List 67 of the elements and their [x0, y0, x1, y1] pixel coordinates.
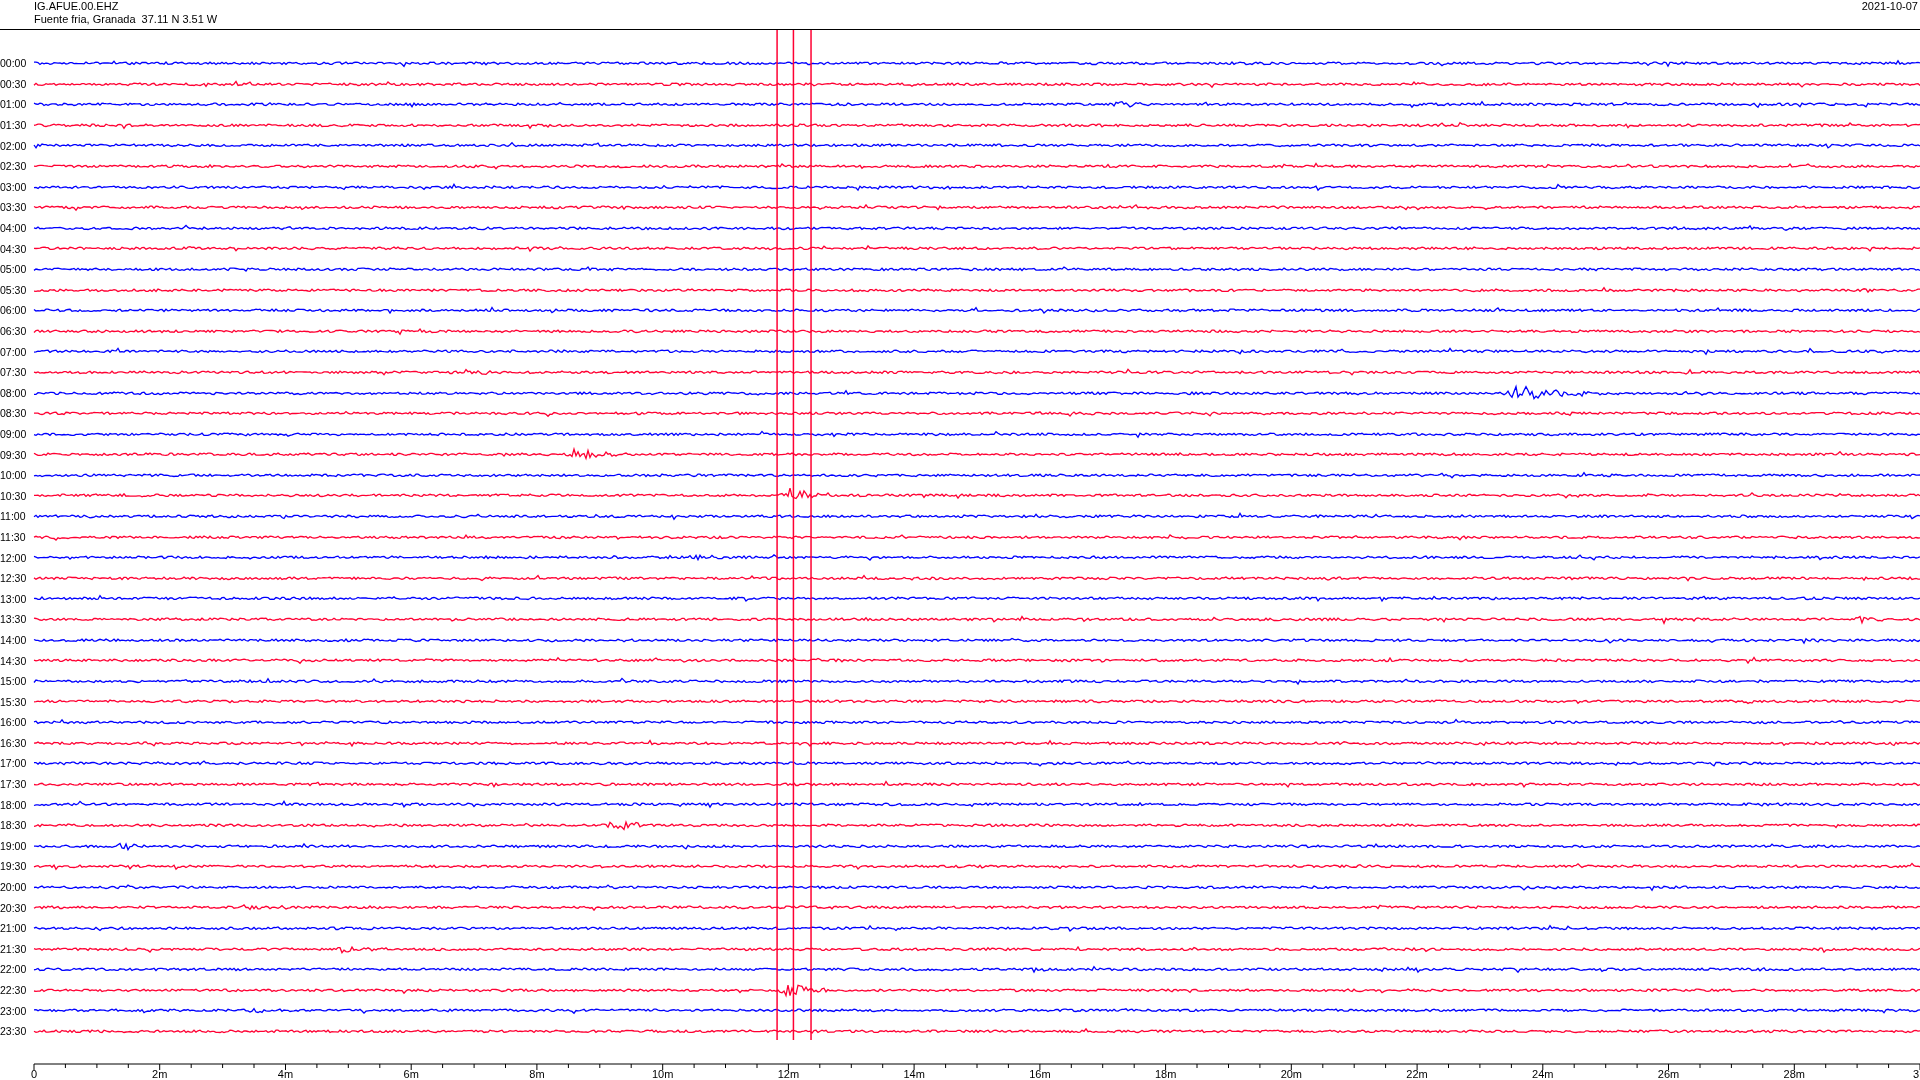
time-label: 22:00 — [0, 963, 28, 976]
time-label: 16:30 — [0, 736, 28, 749]
time-label: 04:30 — [0, 242, 28, 255]
time-label: 08:30 — [0, 407, 28, 420]
time-label: 10:30 — [0, 489, 28, 502]
time-label: 14:30 — [0, 654, 28, 667]
time-label: 22:30 — [0, 984, 28, 996]
time-label: 11:00 — [0, 510, 27, 523]
station-location: Fuente fria, Granada 37.11 N 3.51 W — [34, 13, 218, 26]
time-label: 01:00 — [0, 98, 28, 111]
axis-label: 16m — [1029, 1067, 1051, 1080]
axis-label: 4m — [277, 1067, 294, 1080]
axis-label: 0 — [30, 1067, 38, 1080]
axis-label: 2m — [152, 1067, 168, 1080]
time-label: 00:30 — [0, 77, 28, 90]
axis-label: 14m — [903, 1067, 925, 1080]
time-label: 07:00 — [0, 345, 28, 358]
time-label: 03:00 — [0, 180, 28, 193]
axis-label: 24m — [1532, 1067, 1554, 1080]
time-label: 13:30 — [0, 613, 28, 626]
time-label: 08:00 — [0, 386, 28, 399]
time-label: 21:00 — [0, 922, 28, 935]
time-label: 19:00 — [0, 839, 28, 852]
time-label: 09:00 — [0, 428, 28, 440]
axis-label: 20m — [1280, 1067, 1303, 1080]
axis-label: 28m — [1783, 1067, 1805, 1080]
axis-label: 12m — [777, 1067, 800, 1080]
time-label: 12:30 — [0, 572, 28, 585]
axis-label: 18m — [1154, 1067, 1177, 1080]
time-label: 19:30 — [0, 860, 28, 873]
time-label: 06:30 — [0, 325, 28, 337]
time-label: 04:00 — [0, 222, 28, 235]
station-code: IG.AFUE.00.EHZ — [34, 0, 120, 13]
time-label: 06:00 — [0, 304, 28, 317]
time-label: 00:00 — [0, 57, 28, 70]
time-label: 09:30 — [0, 448, 28, 461]
axis-label: 10m — [651, 1067, 674, 1080]
time-label: 15:30 — [0, 695, 28, 708]
time-label: 18:00 — [0, 798, 28, 811]
time-label: 17:00 — [0, 757, 28, 770]
time-label: 18:30 — [0, 819, 28, 832]
axis-label: 22m — [1406, 1067, 1428, 1080]
time-label: 23:00 — [0, 1004, 28, 1017]
time-label: 21:30 — [0, 942, 28, 955]
time-label: 03:30 — [0, 201, 28, 214]
time-label: 14:00 — [0, 633, 28, 646]
axis-label: 26m — [1657, 1067, 1680, 1080]
time-label: 23:30 — [0, 1025, 28, 1038]
time-label: 01:30 — [0, 119, 28, 132]
time-label: 17:30 — [0, 778, 28, 791]
time-label: 15:00 — [0, 675, 28, 688]
axis-label: 3 — [1912, 1067, 1919, 1080]
time-label: 13:00 — [0, 592, 28, 605]
time-label: 12:00 — [0, 551, 28, 564]
time-label: 02:30 — [0, 160, 28, 173]
time-label: 16:00 — [0, 716, 28, 729]
time-label: 02:00 — [0, 139, 28, 152]
time-label: 20:00 — [0, 881, 28, 894]
time-label: 20:30 — [0, 901, 28, 914]
axis-label: 8m — [529, 1067, 545, 1080]
time-label: 05:00 — [0, 263, 28, 276]
plot-date: 2021-10-07 — [1861, 0, 1918, 13]
time-label: 05:30 — [0, 283, 28, 296]
time-label: 11:30 — [0, 530, 27, 543]
axis-label: 6m — [403, 1067, 419, 1080]
time-label: 07:30 — [0, 366, 28, 379]
time-label: 10:00 — [0, 469, 28, 482]
